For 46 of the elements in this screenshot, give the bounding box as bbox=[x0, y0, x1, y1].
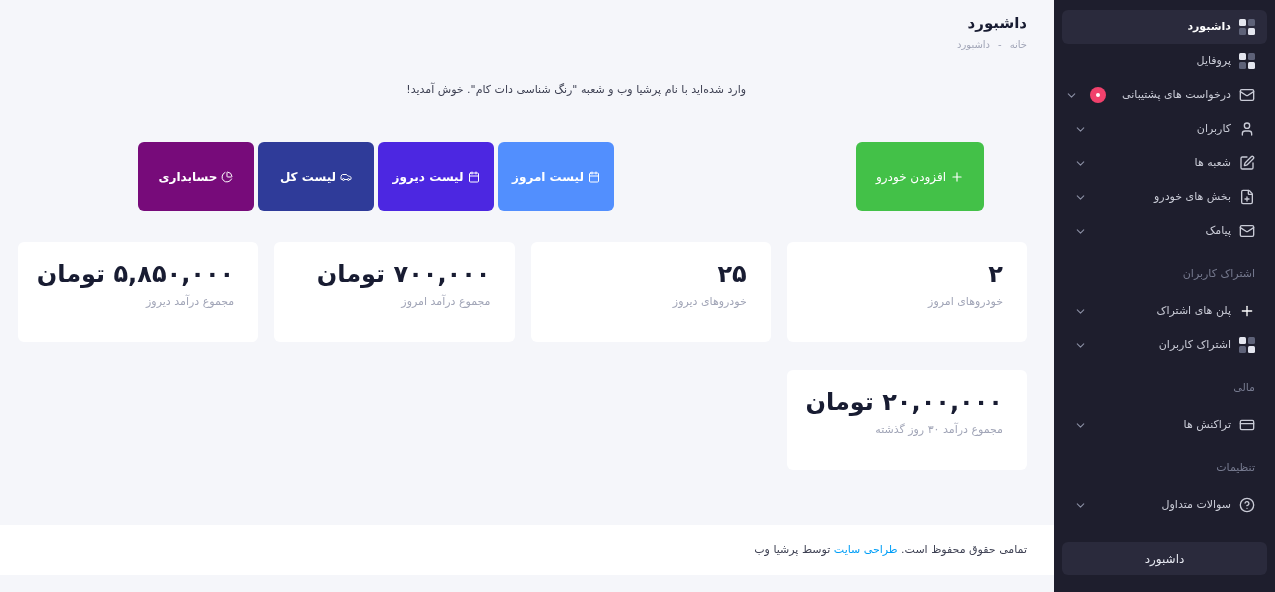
stat-label: مجموع درآمد دیروز bbox=[144, 294, 235, 310]
grid-icon bbox=[1239, 337, 1255, 353]
sidebar-item[interactable]: پروفایل bbox=[1062, 44, 1267, 78]
file-plus-icon bbox=[1239, 189, 1255, 205]
sidebar-heading: اشتراک کاربران bbox=[1181, 265, 1256, 282]
dashboard-button[interactable]: داشبورد bbox=[1062, 542, 1267, 575]
stat-label: خودروهای امروز bbox=[926, 294, 1003, 310]
sidebar-item[interactable]: پلن های اشتراک bbox=[1062, 294, 1267, 328]
calendar-icon bbox=[587, 170, 600, 183]
sidebar-item[interactable]: تراکنش ها bbox=[1062, 408, 1267, 442]
envelope-icon bbox=[1239, 87, 1255, 103]
sidebar-item[interactable]: سوالات متداول bbox=[1062, 488, 1267, 522]
action-button[interactable]: حسابداری bbox=[138, 142, 254, 211]
stat-label: مجموع درآمد امروز bbox=[399, 294, 491, 310]
grid-icon bbox=[1239, 19, 1255, 35]
user-icon bbox=[1239, 121, 1255, 137]
welcome-message: وارد شده‌اید با نام پرشیا وب و شعبه "رنگ شناسی دات کام". خوش آمدید! bbox=[405, 81, 746, 98]
sidebar-item[interactable]: داشبورد bbox=[1062, 10, 1267, 44]
pie-chart-icon bbox=[221, 170, 234, 183]
sidebar-item[interactable]: اشتراک کاربران bbox=[1062, 328, 1267, 362]
stat-label: خودروهای دیروز bbox=[671, 294, 747, 310]
grid-icon bbox=[1239, 53, 1255, 69]
sidebar-heading: تنظیمات bbox=[1215, 459, 1256, 476]
plus-icon bbox=[950, 169, 964, 184]
copyright-text: تمامی حقوق محفوظ است. طراحی سایت توسط پرشیا وب bbox=[754, 541, 1027, 558]
page-title: داشبورد bbox=[966, 13, 1027, 34]
stat-value: ۷۰۰,۰۰۰ تومان bbox=[315, 259, 491, 290]
stat-value: ۲۵ bbox=[716, 259, 747, 290]
stat-label: مجموع درآمد ۳۰ روز گذشته bbox=[874, 422, 1003, 438]
sidebar-heading: مالی bbox=[1232, 379, 1256, 396]
breadcrumb-item: داشبورد bbox=[956, 37, 990, 52]
sidebar-item[interactable]: بخش های خودرو bbox=[1062, 180, 1267, 214]
card-icon bbox=[1239, 417, 1255, 433]
sidebar-item[interactable]: کاربران bbox=[1062, 112, 1267, 146]
calendar-icon bbox=[467, 170, 480, 183]
help-icon bbox=[1239, 497, 1255, 513]
pen-icon bbox=[1239, 155, 1255, 171]
action-button[interactable]: لیست دیروز bbox=[378, 142, 494, 211]
stat-value: ۲ bbox=[987, 259, 1003, 290]
sidebar-item[interactable]: شعبه ها bbox=[1062, 146, 1267, 180]
sidebar-item[interactable]: درخواست های پشتیبانی bbox=[1062, 78, 1267, 112]
sidebar-item[interactable]: پیامک bbox=[1062, 214, 1267, 248]
envelope-icon bbox=[1239, 223, 1255, 239]
breadcrumb-separator: - bbox=[998, 37, 1002, 52]
action-button[interactable]: لیست کل bbox=[258, 142, 374, 211]
plus-icon bbox=[1239, 303, 1255, 319]
